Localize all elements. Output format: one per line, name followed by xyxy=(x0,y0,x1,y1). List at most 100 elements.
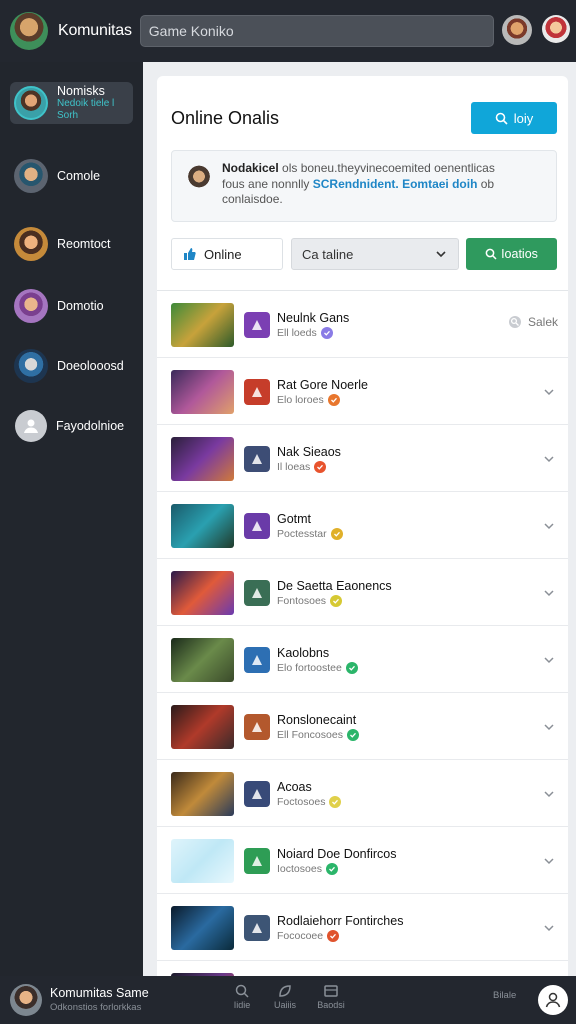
sidebar-item-fayodolnioe[interactable]: Fayodolnioe xyxy=(10,404,133,448)
chevron-down-icon[interactable] xyxy=(542,385,556,399)
list-item[interactable]: Kaolobns Elo fortoostee xyxy=(157,626,568,693)
sidebar-item-doeolooosd[interactable]: Doeolooosd xyxy=(10,344,133,388)
game-meta: Elo loroes xyxy=(277,394,324,406)
game-thumbnail[interactable] xyxy=(171,437,234,481)
avatar-icon xyxy=(14,159,48,193)
game-meta: Fontosoes xyxy=(277,595,327,607)
game-thumbnail[interactable] xyxy=(171,906,234,950)
chevron-down-icon[interactable] xyxy=(542,452,556,466)
game-icon xyxy=(244,379,270,405)
apply-filter-button[interactable]: Ioatios xyxy=(466,238,557,270)
chevron-down-icon[interactable] xyxy=(542,586,556,600)
profile-avatar-icon[interactable] xyxy=(502,15,532,45)
sidebar-item-label: Nomisks xyxy=(57,84,105,98)
sidebar-item-comole[interactable]: Comole xyxy=(10,154,133,198)
view-button[interactable]: loiy xyxy=(471,102,557,134)
status-dot-icon xyxy=(330,528,343,540)
category-select[interactable]: Ca taline xyxy=(291,238,459,270)
game-meta: Poctesstar xyxy=(277,528,327,540)
game-thumbnail[interactable] xyxy=(171,303,234,347)
search-icon xyxy=(485,248,497,260)
chevron-down-icon[interactable] xyxy=(542,519,556,533)
main-panel: Online Onalis loiy Nodakicel ols boneu.t… xyxy=(143,62,576,976)
game-list: Neulnk Gans Ell loeds Salek Rat Gore Noe… xyxy=(157,290,568,976)
filter-bar: Online Ca taline Ioatios xyxy=(171,238,557,272)
list-item[interactable]: Rodlaiehorr Fontirches Fococoee xyxy=(157,894,568,961)
list-item[interactable]: Ronslonecaint Ell Foncosoes xyxy=(157,693,568,760)
game-meta: Ioctosoes xyxy=(277,863,322,875)
chevron-down-icon xyxy=(436,251,446,258)
thumbs-up-icon xyxy=(184,248,196,260)
status-dot-icon xyxy=(346,729,359,741)
sidebar-item-label: Doeolooosd xyxy=(57,359,124,373)
search-input[interactable]: Game Koniko xyxy=(139,15,494,47)
status-dot-icon xyxy=(327,930,340,942)
list-item[interactable]: Nak Sieaos Il loeas xyxy=(157,425,568,492)
game-thumbnail[interactable] xyxy=(171,772,234,816)
page-title: Online Onalis xyxy=(171,108,280,128)
avatar-icon[interactable] xyxy=(10,984,42,1016)
footer-nav-item[interactable]: Uaiiis xyxy=(267,984,303,1010)
footer-nav-label: Iidie xyxy=(233,1000,251,1010)
board-icon xyxy=(324,985,338,997)
game-title: Noiard Doe Donfircos xyxy=(277,847,397,861)
footer-nav-item[interactable]: Baodsi xyxy=(313,984,349,1010)
sidebar-item-label: Domotio xyxy=(57,299,104,313)
game-thumbnail[interactable] xyxy=(171,705,234,749)
game-meta: Fococoee xyxy=(277,930,324,942)
avatar-icon xyxy=(14,289,48,323)
notice-text: ob xyxy=(477,176,495,191)
notification-avatar-icon[interactable] xyxy=(542,15,570,43)
game-title: Neulnk Gans xyxy=(277,311,350,325)
list-item[interactable]: Neulnk Gans Ell loeds Salek xyxy=(157,291,568,358)
game-thumbnail[interactable] xyxy=(171,370,234,414)
status-dot-icon xyxy=(345,662,358,674)
footer-subtitle: Odkonstios forlorkkas xyxy=(50,1002,142,1013)
online-filter-button[interactable]: Online xyxy=(171,238,283,270)
game-title: Ronslonecaint xyxy=(277,713,357,727)
chevron-down-icon[interactable] xyxy=(542,720,556,734)
sidebar-item-reomtoct[interactable]: Reomtoct xyxy=(10,222,133,266)
sidebar-item-nomisks[interactable]: Nomisks Nedoik tiele l Sorh xyxy=(10,82,133,124)
avatar-icon xyxy=(14,86,48,120)
sidebar-item-domotio[interactable]: Domotio xyxy=(10,284,133,328)
game-thumbnail[interactable] xyxy=(171,571,234,615)
user-icon[interactable] xyxy=(538,985,568,1015)
select-button[interactable]: Salek xyxy=(508,315,558,329)
footer-nav-label: Uaiiis xyxy=(273,1000,296,1010)
list-item[interactable]: Acoas Foctosoes xyxy=(157,760,568,827)
game-icon xyxy=(244,580,270,606)
game-thumbnail[interactable] xyxy=(171,504,234,548)
game-icon xyxy=(244,446,270,472)
chevron-down-icon[interactable] xyxy=(542,787,556,801)
notice-text: fous ane nonnlly xyxy=(222,176,313,191)
list-item[interactable]: Gotmt Poctesstar xyxy=(157,492,568,559)
chevron-down-icon[interactable] xyxy=(542,921,556,935)
status-dot-icon xyxy=(314,461,327,473)
footer-title: Komumitas Same xyxy=(50,986,149,1000)
chevron-down-icon[interactable] xyxy=(542,854,556,868)
chevron-down-icon[interactable] xyxy=(542,653,556,667)
user-icon xyxy=(15,410,47,442)
sidebar-item-label: Reomtoct xyxy=(57,237,111,251)
game-avatar-icon[interactable] xyxy=(10,12,48,50)
list-item[interactable]: De Saetta Eaonencs Fontosoes xyxy=(157,559,568,626)
footer-nav-item[interactable]: Iidie xyxy=(224,984,260,1010)
game-title: Rodlaiehorr Fontirches xyxy=(277,914,404,928)
game-icon xyxy=(244,915,270,941)
notice-link[interactable]: SCRendnident. Eomtaei doih xyxy=(313,177,478,191)
game-meta: Elo fortoostee xyxy=(277,662,342,674)
sidebar-item-sublabel: Nedoik tiele l Sorh xyxy=(57,98,115,121)
footer-nav-label: Baodsi xyxy=(317,1000,345,1010)
avatar-icon xyxy=(14,349,48,383)
top-bar: Komunitas Game Koniko xyxy=(0,0,576,62)
game-thumbnail[interactable] xyxy=(171,839,234,883)
list-item[interactable]: Rat Gore Noerle Elo loroes xyxy=(157,358,568,425)
list-item[interactable]: Cafimare Sil lontestan xyxy=(157,961,568,976)
leaf-icon xyxy=(279,985,291,997)
list-item[interactable]: Noiard Doe Donfircos Ioctosoes xyxy=(157,827,568,894)
game-icon xyxy=(244,848,270,874)
game-icon xyxy=(244,647,270,673)
game-title: Acoas xyxy=(277,780,312,794)
game-thumbnail[interactable] xyxy=(171,638,234,682)
